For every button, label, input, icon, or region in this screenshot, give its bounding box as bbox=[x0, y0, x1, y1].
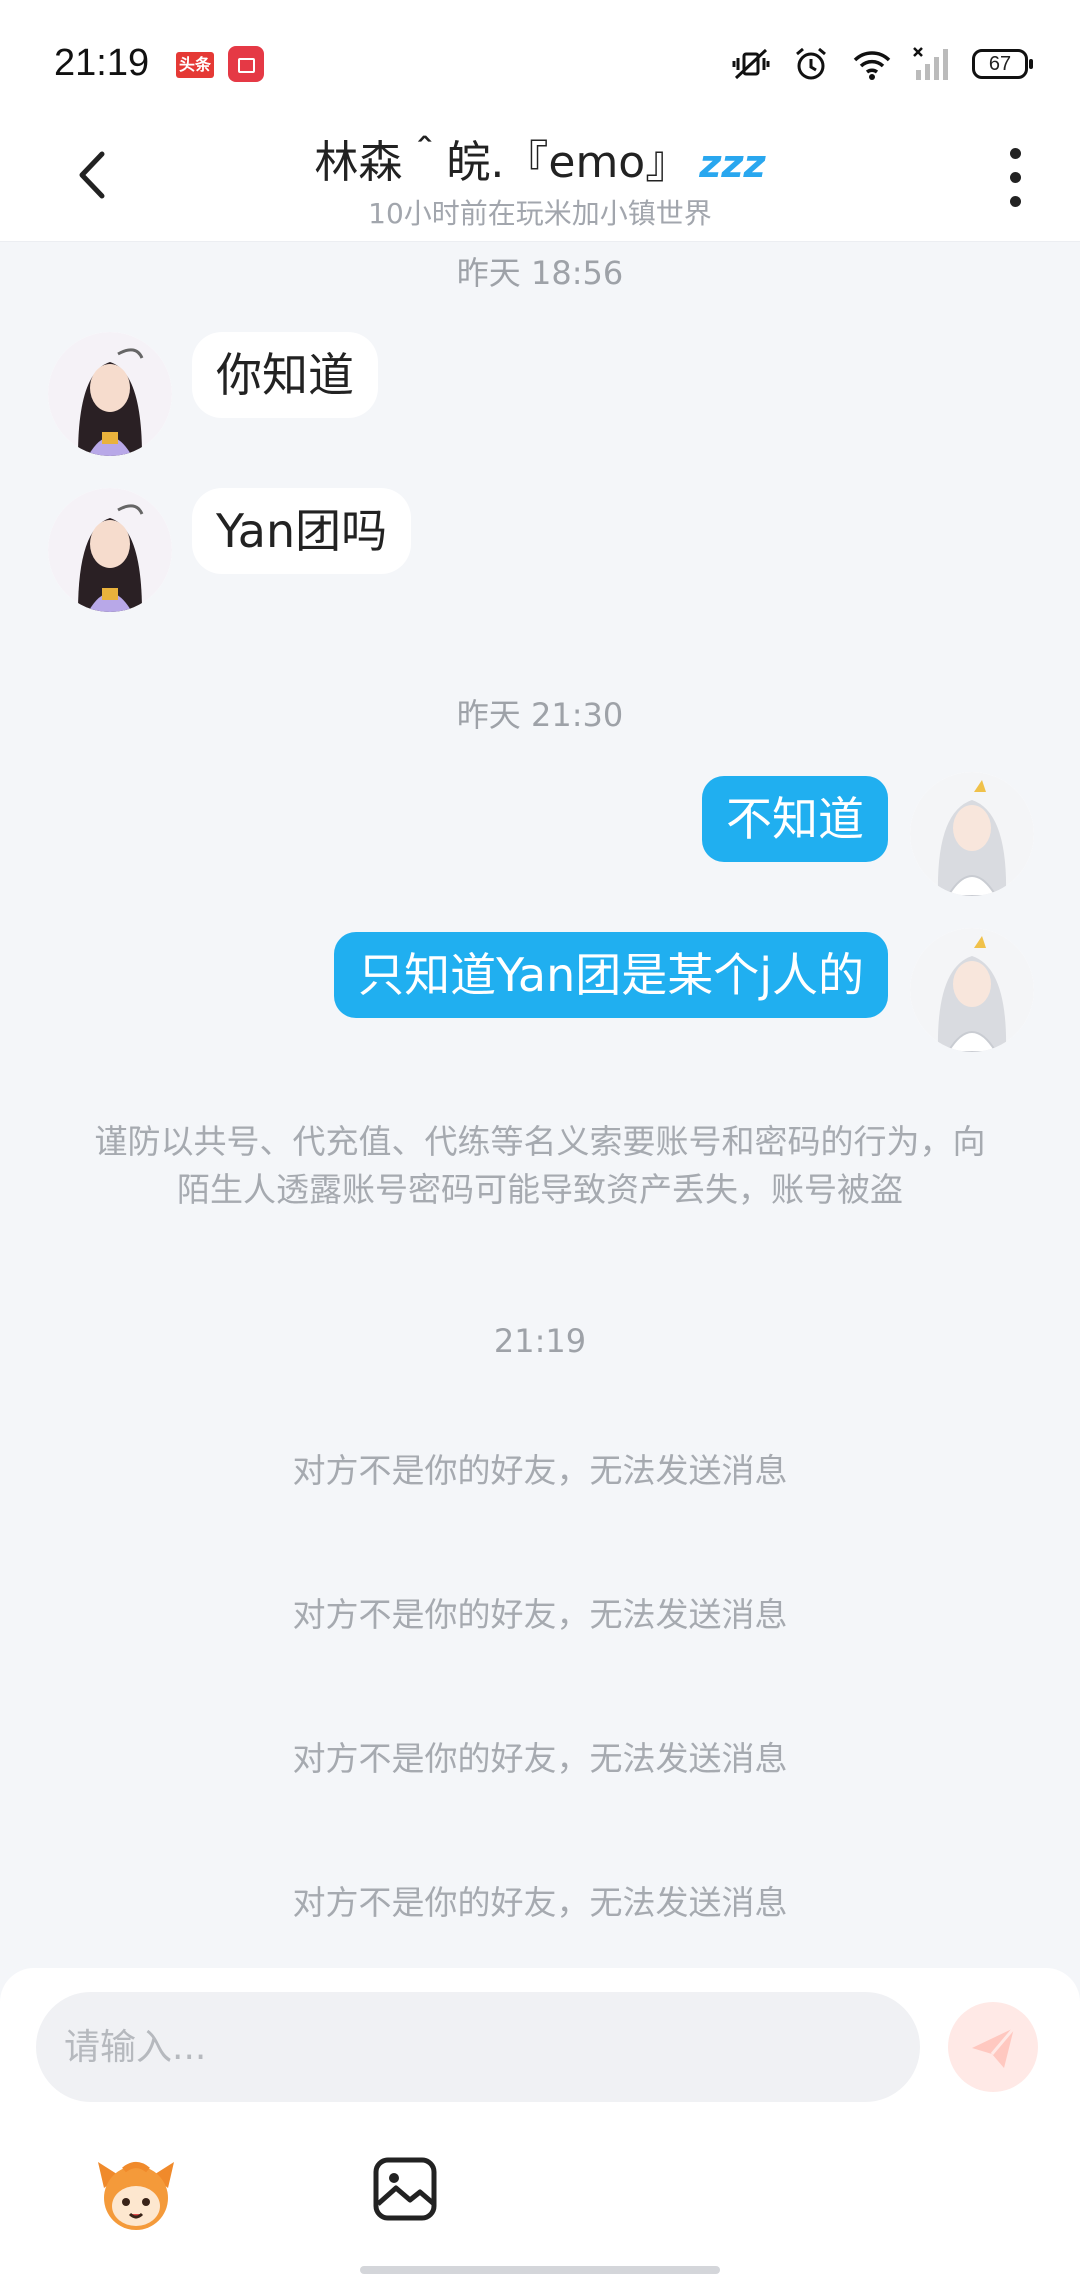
message-timestamp: 21:19 bbox=[493, 1322, 587, 1360]
paper-plane-icon bbox=[972, 2027, 1016, 2068]
signal-icon bbox=[912, 46, 950, 82]
system-notice: 对方不是你的好友，无法发送消息 bbox=[292, 1739, 788, 1778]
status-time: 21:19 bbox=[54, 42, 150, 84]
outgoing-message[interactable]: 只知道Yan团是某个j人的 bbox=[334, 932, 888, 1018]
more-dot-icon bbox=[1010, 196, 1021, 207]
message-timestamp: 昨天 21:30 bbox=[456, 696, 624, 734]
system-notice: 对方不是你的好友，无法发送消息 bbox=[292, 1595, 788, 1634]
my-avatar[interactable] bbox=[910, 928, 1034, 1052]
emoji-sticker-button[interactable] bbox=[90, 2148, 182, 2240]
message-input[interactable] bbox=[36, 1992, 920, 2102]
contact-avatar[interactable] bbox=[48, 488, 172, 612]
incoming-message[interactable]: 你知道 bbox=[192, 332, 378, 418]
more-dot-icon bbox=[1010, 172, 1021, 183]
home-indicator[interactable] bbox=[360, 2266, 720, 2274]
system-notice: 对方不是你的好友，无法发送消息 bbox=[292, 1451, 788, 1490]
composer-panel bbox=[0, 1968, 1080, 2280]
image-icon bbox=[373, 2157, 437, 2221]
chat-header: 林森＾皖.『emo』 zzz 10小时前在玩米加小镇世界 bbox=[0, 120, 1080, 242]
contact-status: 10小时前在玩米加小镇世界 bbox=[368, 197, 712, 230]
message-timestamp: 昨天 18:56 bbox=[456, 254, 624, 292]
status-bar: 21:19 头条 67 bbox=[0, 0, 1080, 120]
send-button[interactable] bbox=[948, 2002, 1038, 2092]
chat-title: 林森＾皖.『emo』 zzz bbox=[180, 126, 900, 190]
back-button[interactable] bbox=[60, 140, 130, 210]
mascot-face-icon bbox=[98, 2162, 174, 2230]
security-warning: 谨防以共号、代充值、代练等名义索要账号和密码的行为，向陌生人透露账号密码可能导致… bbox=[94, 1122, 986, 1209]
chevron-left-icon bbox=[79, 151, 105, 199]
contact-avatar[interactable] bbox=[48, 332, 172, 456]
more-dot-icon bbox=[1010, 148, 1021, 159]
mute-vibrate-icon bbox=[732, 46, 770, 82]
incoming-message[interactable]: Yan团吗 bbox=[192, 488, 412, 574]
image-picker-button[interactable] bbox=[370, 2154, 440, 2224]
outgoing-message[interactable]: 不知道 bbox=[702, 776, 888, 862]
toutiao-app-icon: 头条 bbox=[176, 52, 214, 78]
screen-record-icon bbox=[228, 46, 264, 82]
battery-icon: 67 bbox=[972, 49, 1033, 79]
alarm-icon bbox=[792, 46, 830, 82]
more-options-button[interactable] bbox=[990, 138, 1040, 218]
my-avatar[interactable] bbox=[910, 772, 1034, 896]
contact-name: 林森＾皖.『emo』 bbox=[314, 137, 690, 188]
wifi-icon bbox=[852, 46, 891, 82]
system-notice: 对方不是你的好友，无法发送消息 bbox=[292, 1883, 788, 1922]
sleeping-zzz-icon: zzz bbox=[699, 142, 766, 186]
